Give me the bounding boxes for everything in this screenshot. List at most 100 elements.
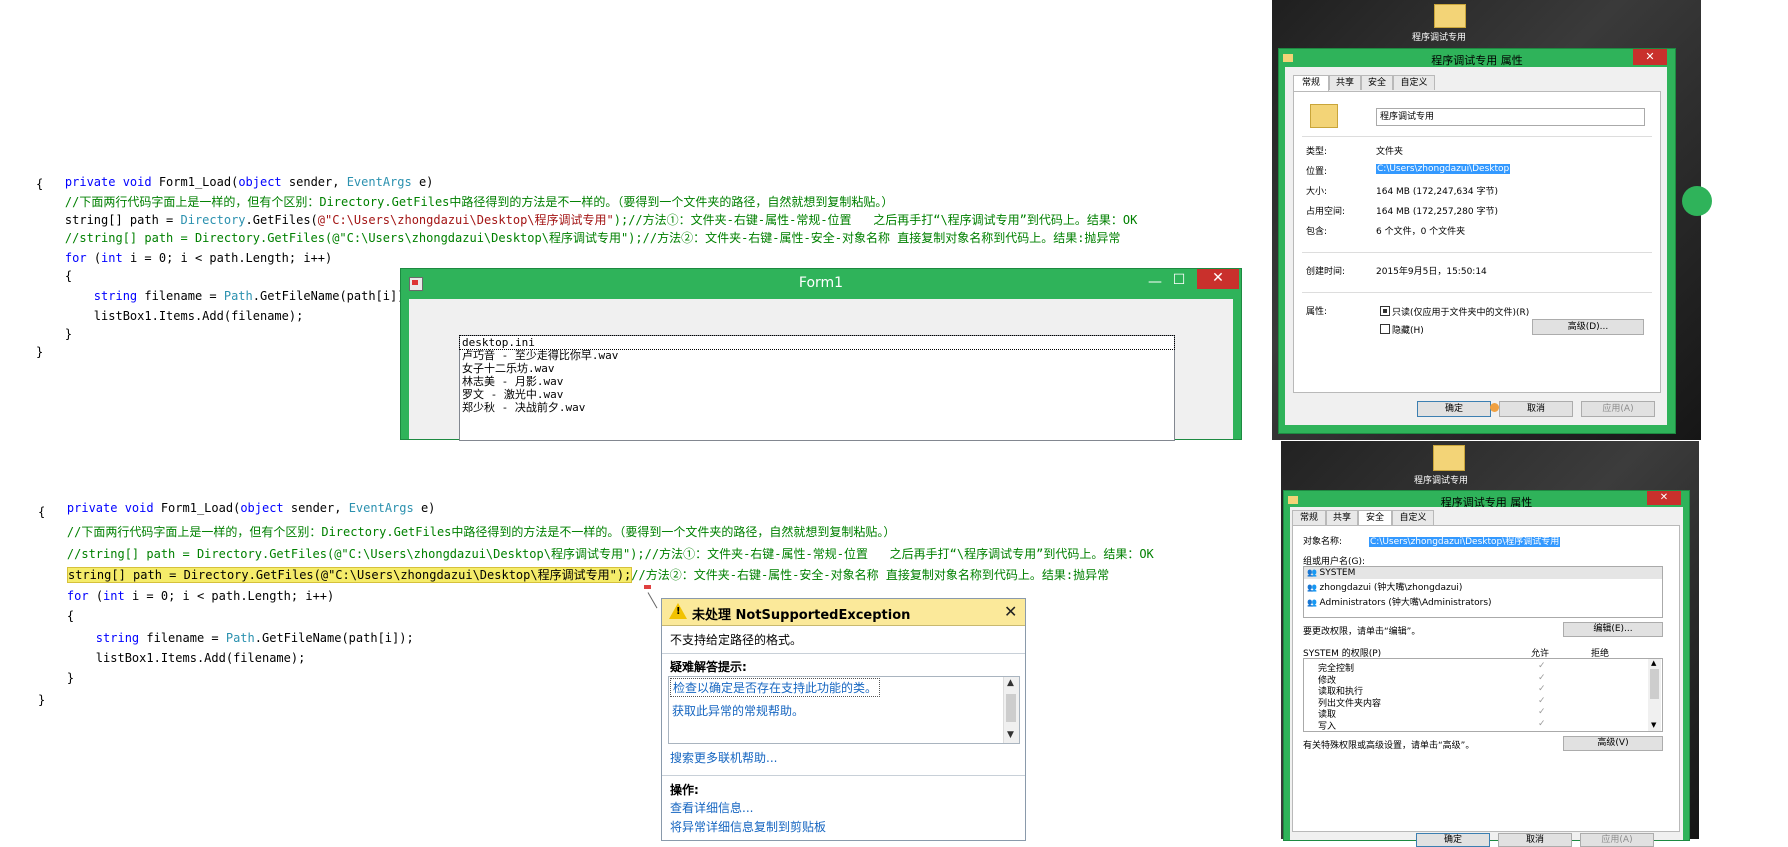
desktop-folder-label[interactable]: 程序调试专用 <box>1412 30 1466 43</box>
user-group-icon: 👥 <box>1307 583 1320 592</box>
divider <box>1302 252 1652 253</box>
tab-general[interactable]: 常规 <box>1293 75 1329 91</box>
tips-scrollbar[interactable]: ▲ ▼ <box>1003 677 1019 743</box>
close-icon[interactable]: ✕ <box>1004 602 1017 621</box>
apply-button[interactable]: 应用(A) <box>1581 401 1655 417</box>
code-line: { <box>36 269 73 283</box>
permission-name: 写入 <box>1318 721 1337 732</box>
listbox-item[interactable]: 林志美 - 月影.wav <box>460 375 1174 388</box>
property-value: 164 MB (172,257,280 字节) <box>1376 207 1498 217</box>
folder-icon[interactable] <box>1434 4 1466 28</box>
view-details-link[interactable]: 查看详细信息... <box>670 799 753 816</box>
property-value: 2015年9月5日，15:50:14 <box>1376 267 1487 277</box>
tips-box: 检查以确定是否存在支持此功能的类。 获取此异常的常规帮助。 ▲ ▼ <box>668 676 1020 744</box>
tab-page: 程序调试专用 类型: 文件夹 位置: C:\Users\zhongdazui\Desk… <box>1293 91 1661 393</box>
tab-security[interactable]: 安全 <box>1358 510 1392 526</box>
property-label: 包含: <box>1306 227 1328 237</box>
apply-button[interactable]: 应用(A) <box>1580 833 1654 847</box>
check-icon: ✓ <box>1538 672 1546 683</box>
cancel-button[interactable]: 取消 <box>1498 833 1572 847</box>
divider <box>1302 292 1652 293</box>
listbox-item[interactable]: 罗文 - 激光中.wav <box>460 388 1174 401</box>
tab-customize[interactable]: 自定义 <box>1392 510 1434 525</box>
listbox-item[interactable]: desktop.ini <box>459 335 1175 350</box>
code-line: } <box>38 693 46 707</box>
listbox-item[interactable]: 卢巧音 - 至少走得比你早.wav <box>460 349 1174 362</box>
property-value: 6 个文件，0 个文件夹 <box>1376 227 1466 237</box>
exception-assistant[interactable]: ! 未处理 NotSupportedException ✕ 不支持给定路径的格式… <box>661 598 1026 841</box>
property-label: 创建时间: <box>1306 267 1346 277</box>
user-group-icon: 👥 <box>1307 568 1320 577</box>
green-edge-bubble <box>1682 186 1712 216</box>
copy-details-link[interactable]: 将异常详细信息复制到剪贴板 <box>670 818 826 835</box>
tab-general[interactable]: 常规 <box>1292 510 1326 525</box>
maximize-icon[interactable]: ☐ <box>1171 271 1187 289</box>
folder-icon <box>1310 104 1338 128</box>
user-name: Administrators (钟大嘴\Administrators) <box>1319 598 1492 608</box>
code-line-current[interactable]: string[] path = Directory.GetFiles(@"C:\… <box>66 567 1109 583</box>
hidden-checkbox[interactable] <box>1380 324 1390 334</box>
permissions-scrollbar[interactable]: ▲ ▼ <box>1648 659 1661 731</box>
user-list-item[interactable]: 👥 zhongdazui (钟大嘴\zhongdazui) <box>1304 579 1662 594</box>
property-label: 位置: <box>1306 167 1328 177</box>
close-button[interactable]: ✕ <box>1633 49 1667 65</box>
permissions-list[interactable]: 完全控制 ✓ 修改 ✓ 读取和执行 ✓ 列出文件夹内容 ✓ 读取 ✓ 写入 ✓ ▲ ▼ <box>1303 658 1663 732</box>
users-listbox[interactable]: 👥 SYSTEM 👥 zhongdazui (钟大嘴\zhongdazui) 👥 A… <box>1303 566 1663 618</box>
advanced-button[interactable]: 高级(D)... <box>1532 319 1644 335</box>
listbox-item[interactable]: 女子十二乐坊.wav <box>460 362 1174 375</box>
permission-row: 列出文件夹内容 ✓ <box>1304 695 1644 709</box>
actions-header: 操作: <box>670 783 699 797</box>
listbox[interactable]: desktop.ini 卢巧音 - 至少走得比你早.wav 女子十二乐坊.wav 林志… <box>459 335 1175 441</box>
ok-button[interactable]: 确定 <box>1416 833 1490 847</box>
property-label: 大小: <box>1306 187 1328 197</box>
resize-handle-icon[interactable] <box>1490 403 1499 412</box>
minimize-icon[interactable]: — <box>1147 273 1163 291</box>
tab-customize[interactable]: 自定义 <box>1393 75 1435 90</box>
user-list-item[interactable]: 👥 SYSTEM <box>1304 567 1662 579</box>
readonly-checkbox[interactable] <box>1380 306 1390 316</box>
check-icon: ✓ <box>1538 695 1546 706</box>
properties-dialog-general[interactable]: 程序调试专用 属性 ✕ 常规 共享 安全 自定义 程序调试专用 类型: 文件夹 位置… <box>1278 48 1676 434</box>
dialog-body: 常规 共享 安全 自定义 程序调试专用 类型: 文件夹 位置: C:\Users\zh… <box>1285 67 1667 425</box>
error-marker-icon <box>644 585 651 589</box>
code-comment: //下面两行代码字面上是一样的，但有个区别：Directory.GetFiles… <box>38 525 896 539</box>
tab-page: 对象名称: C:\Users\zhongdazui\Desktop\程序调试专用… <box>1292 525 1680 832</box>
user-list-item[interactable]: 👥 Administrators (钟大嘴\Administrators) <box>1304 594 1662 609</box>
code-line: string[] path = Directory.GetFiles(@"C:\… <box>36 213 1138 227</box>
close-button[interactable]: ✕ <box>1647 491 1681 505</box>
form1-window[interactable]: Form1 — ☐ ✕ desktop.ini 卢巧音 - 至少走得比你早.wav… <box>400 268 1242 441</box>
property-value[interactable]: C:\Users\zhongdazui\Desktop <box>1376 164 1511 174</box>
hidden-label: 隐藏(H) <box>1392 326 1424 336</box>
permission-row: 写入 ✓ <box>1304 719 1644 732</box>
divider <box>1302 136 1652 137</box>
code-editor-bottom[interactable]: private void Form1_Load(object sender, E… <box>0 440 1280 839</box>
special-hint: 有关特殊权限或高级设置，请单击“高级”。 <box>1303 741 1475 751</box>
edit-button[interactable]: 编辑(E)... <box>1563 622 1663 637</box>
ok-button[interactable]: 确定 <box>1417 401 1491 417</box>
code-line: { <box>38 505 46 519</box>
tip-link-2[interactable]: 获取此异常的常规帮助。 <box>672 702 804 719</box>
tab-security[interactable]: 安全 <box>1361 75 1393 90</box>
property-value: 文件夹 <box>1376 147 1404 157</box>
tab-sharing[interactable]: 共享 <box>1326 510 1358 525</box>
check-icon: ✓ <box>1538 684 1546 694</box>
tip-link-1[interactable]: 检查以确定是否存在支持此功能的类。 <box>670 678 881 697</box>
code-line: listBox1.Items.Add(filename); <box>36 309 304 323</box>
advanced-button[interactable]: 高级(V) <box>1563 736 1663 751</box>
code-line: for (int i = 0; i < path.Length; i++) <box>66 589 335 603</box>
code-line: { <box>36 177 44 191</box>
user-name: zhongdazui (钟大嘴\zhongdazui) <box>1319 583 1463 593</box>
readonly-label: 只读(仅应用于文件夹中的文件)(R) <box>1392 308 1530 318</box>
desktop-folder-label[interactable]: 程序调试专用 <box>1414 473 1468 486</box>
folder-name-input[interactable]: 程序调试专用 <box>1376 108 1645 126</box>
permission-row: 完全控制 ✓ <box>1304 661 1644 674</box>
listbox-item[interactable]: 郑少秋 - 决战前夕.wav <box>460 401 1174 414</box>
close-button[interactable]: ✕ <box>1197 269 1239 289</box>
tab-sharing[interactable]: 共享 <box>1329 75 1361 90</box>
more-help-link[interactable]: 搜索更多联机帮助... <box>670 749 777 766</box>
object-name-value[interactable]: C:\Users\zhongdazui\Desktop\程序调试专用 <box>1369 534 1561 547</box>
permission-row: 修改 ✓ <box>1304 672 1644 686</box>
cancel-button[interactable]: 取消 <box>1499 401 1573 417</box>
properties-dialog-security[interactable]: 程序调试专用 属性 ✕ 常规 共享 安全 自定义 对象名称: C:\Users\… <box>1283 490 1690 847</box>
folder-icon[interactable] <box>1433 445 1465 471</box>
